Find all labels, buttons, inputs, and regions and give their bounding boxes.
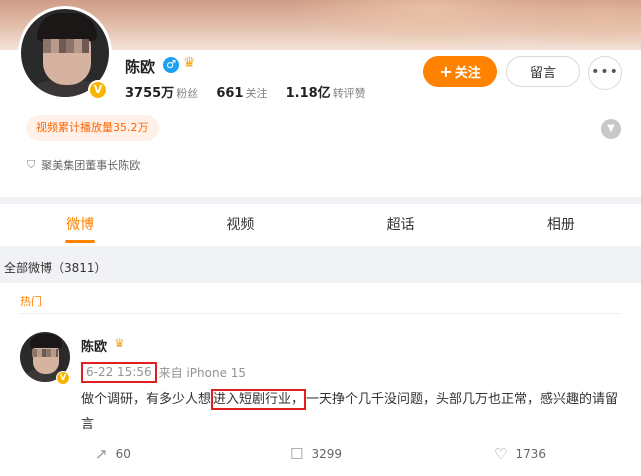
- repost-button[interactable]: ↗ 60: [95, 442, 131, 466]
- followers-count[interactable]: 3755万: [125, 86, 174, 101]
- post-time[interactable]: 6-22 15:56: [81, 362, 157, 383]
- post-text: 做个调研，有多少人想 进入短剧行业， 一天挣个几千没问题，头部几万也正常，感兴趣的请…: [81, 387, 626, 437]
- message-button[interactable]: 留言: [506, 56, 580, 87]
- mosaic-blur: [43, 39, 89, 53]
- section-title: 全部微博（3811）: [4, 261, 107, 275]
- comment-button[interactable]: ☐ 3299: [290, 442, 342, 466]
- like-icon: ♡: [494, 445, 508, 463]
- bio-text: 聚美集团董事长陈欧: [41, 159, 141, 172]
- chevron-down-icon[interactable]: ▼: [601, 119, 621, 139]
- profile-stats: 3755万 粉丝 661 关注 1.18亿 转评赞: [125, 82, 380, 101]
- follow-button[interactable]: + 关注: [423, 56, 497, 87]
- post-source: 来自 iPhone 15: [158, 366, 247, 380]
- crown-icon[interactable]: ♛: [114, 336, 125, 350]
- divider: [20, 313, 621, 314]
- tab-album[interactable]: 相册: [481, 204, 641, 246]
- engagement-count: 1.18亿: [285, 86, 331, 101]
- profile-bio: ⛉ 聚美集团董事长陈欧: [27, 157, 140, 173]
- mosaic-blur: [32, 349, 58, 357]
- repost-icon: ↗: [95, 445, 108, 463]
- more-options-button[interactable]: •••: [588, 56, 622, 90]
- post-text-before: 做个调研，有多少人想: [81, 392, 212, 407]
- tab-video[interactable]: 视频: [160, 204, 320, 246]
- following-count[interactable]: 661: [216, 86, 243, 101]
- following-label: 关注: [245, 87, 268, 100]
- hot-label: 热门: [20, 295, 42, 308]
- tab-weibo[interactable]: 微博: [0, 204, 160, 246]
- verified-v-icon: V: [56, 371, 70, 385]
- profile-tabs: 微博 视频 超话 相册: [0, 204, 641, 246]
- tab-super-topic[interactable]: 超话: [321, 204, 481, 246]
- like-button[interactable]: ♡ 1736: [494, 442, 546, 466]
- post-text-highlight: 进入短剧行业，: [211, 389, 307, 410]
- plus-icon: +: [439, 62, 453, 81]
- post-meta: 6-22 15:56 来自 iPhone 15: [81, 362, 246, 383]
- male-icon: ♂: [163, 57, 179, 73]
- crown-icon[interactable]: ♛: [183, 55, 196, 71]
- comment-count: 3299: [311, 447, 342, 461]
- like-count: 1736: [515, 447, 546, 461]
- comment-icon: ☐: [290, 445, 304, 463]
- profile-name: 陈欧: [125, 58, 156, 76]
- follow-label: 关注: [454, 66, 481, 81]
- profile-card: V 陈欧 ♂ ♛ 3755万 粉丝 661 关注 1.18亿 转评赞 + 关注 留言 …: [0, 0, 641, 197]
- post-author[interactable]: 陈欧: [81, 336, 107, 355]
- shield-icon: ⛉: [27, 158, 36, 171]
- engagement-label: 转评赞: [332, 87, 366, 100]
- post-card: 热门 V 陈欧 ♛ 6-22 15:56 来自 iPhone 15 做个调研，有…: [0, 283, 641, 476]
- verified-v-icon: V: [88, 80, 108, 100]
- followers-label: 粉丝: [176, 87, 199, 100]
- repost-count: 60: [115, 447, 131, 461]
- play-count-badge[interactable]: 视频累计播放量35.2万: [26, 115, 159, 141]
- post-actions: ↗ 60 ☐ 3299 ♡ 1736: [0, 442, 641, 466]
